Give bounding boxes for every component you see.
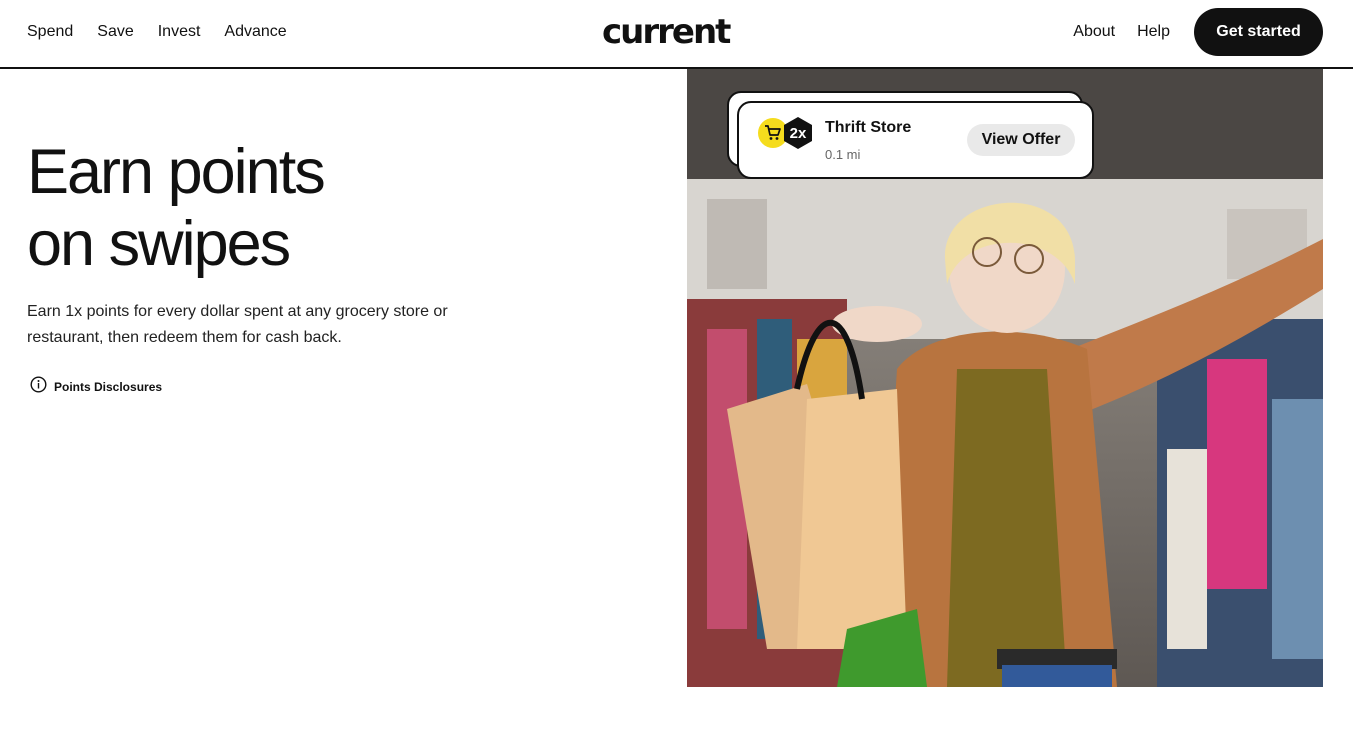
hero-headline: Earn points on swipes: [27, 136, 547, 280]
multiplier-label: 2x: [789, 124, 807, 142]
site-header: Spend Save Invest Advance current About …: [0, 0, 1353, 69]
points-disclosures-link[interactable]: Points Disclosures: [30, 376, 162, 398]
get-started-button[interactable]: Get started: [1194, 8, 1323, 56]
points-disclosures-label: Points Disclosures: [54, 380, 163, 394]
hero-headline-line-2: on swipes: [27, 209, 291, 279]
primary-nav: Spend Save Invest Advance: [27, 22, 287, 42]
secondary-nav: About Help: [1073, 22, 1170, 42]
store-name: Thrift Store: [825, 119, 912, 136]
nav-link-about[interactable]: About: [1073, 22, 1115, 42]
store-distance: 0.1 mi: [825, 147, 861, 162]
hero-headline-line-1: Earn points: [27, 137, 326, 207]
nav-link-save[interactable]: Save: [97, 22, 133, 42]
nav-link-help[interactable]: Help: [1137, 22, 1170, 42]
offer-card[interactable]: 2x Thrift Store 0.1 mi View Offer: [737, 101, 1094, 179]
nav-link-invest[interactable]: Invest: [158, 22, 201, 42]
info-circle-icon: [30, 376, 47, 398]
nav-link-spend[interactable]: Spend: [27, 22, 73, 42]
nav-link-advance[interactable]: Advance: [224, 22, 286, 42]
hero-description: Earn 1x points for every dollar spent at…: [27, 303, 448, 346]
current-logo[interactable]: current: [602, 12, 731, 52]
points-multiplier-badge: 2x: [783, 116, 813, 150]
view-offer-button[interactable]: View Offer: [967, 124, 1075, 156]
